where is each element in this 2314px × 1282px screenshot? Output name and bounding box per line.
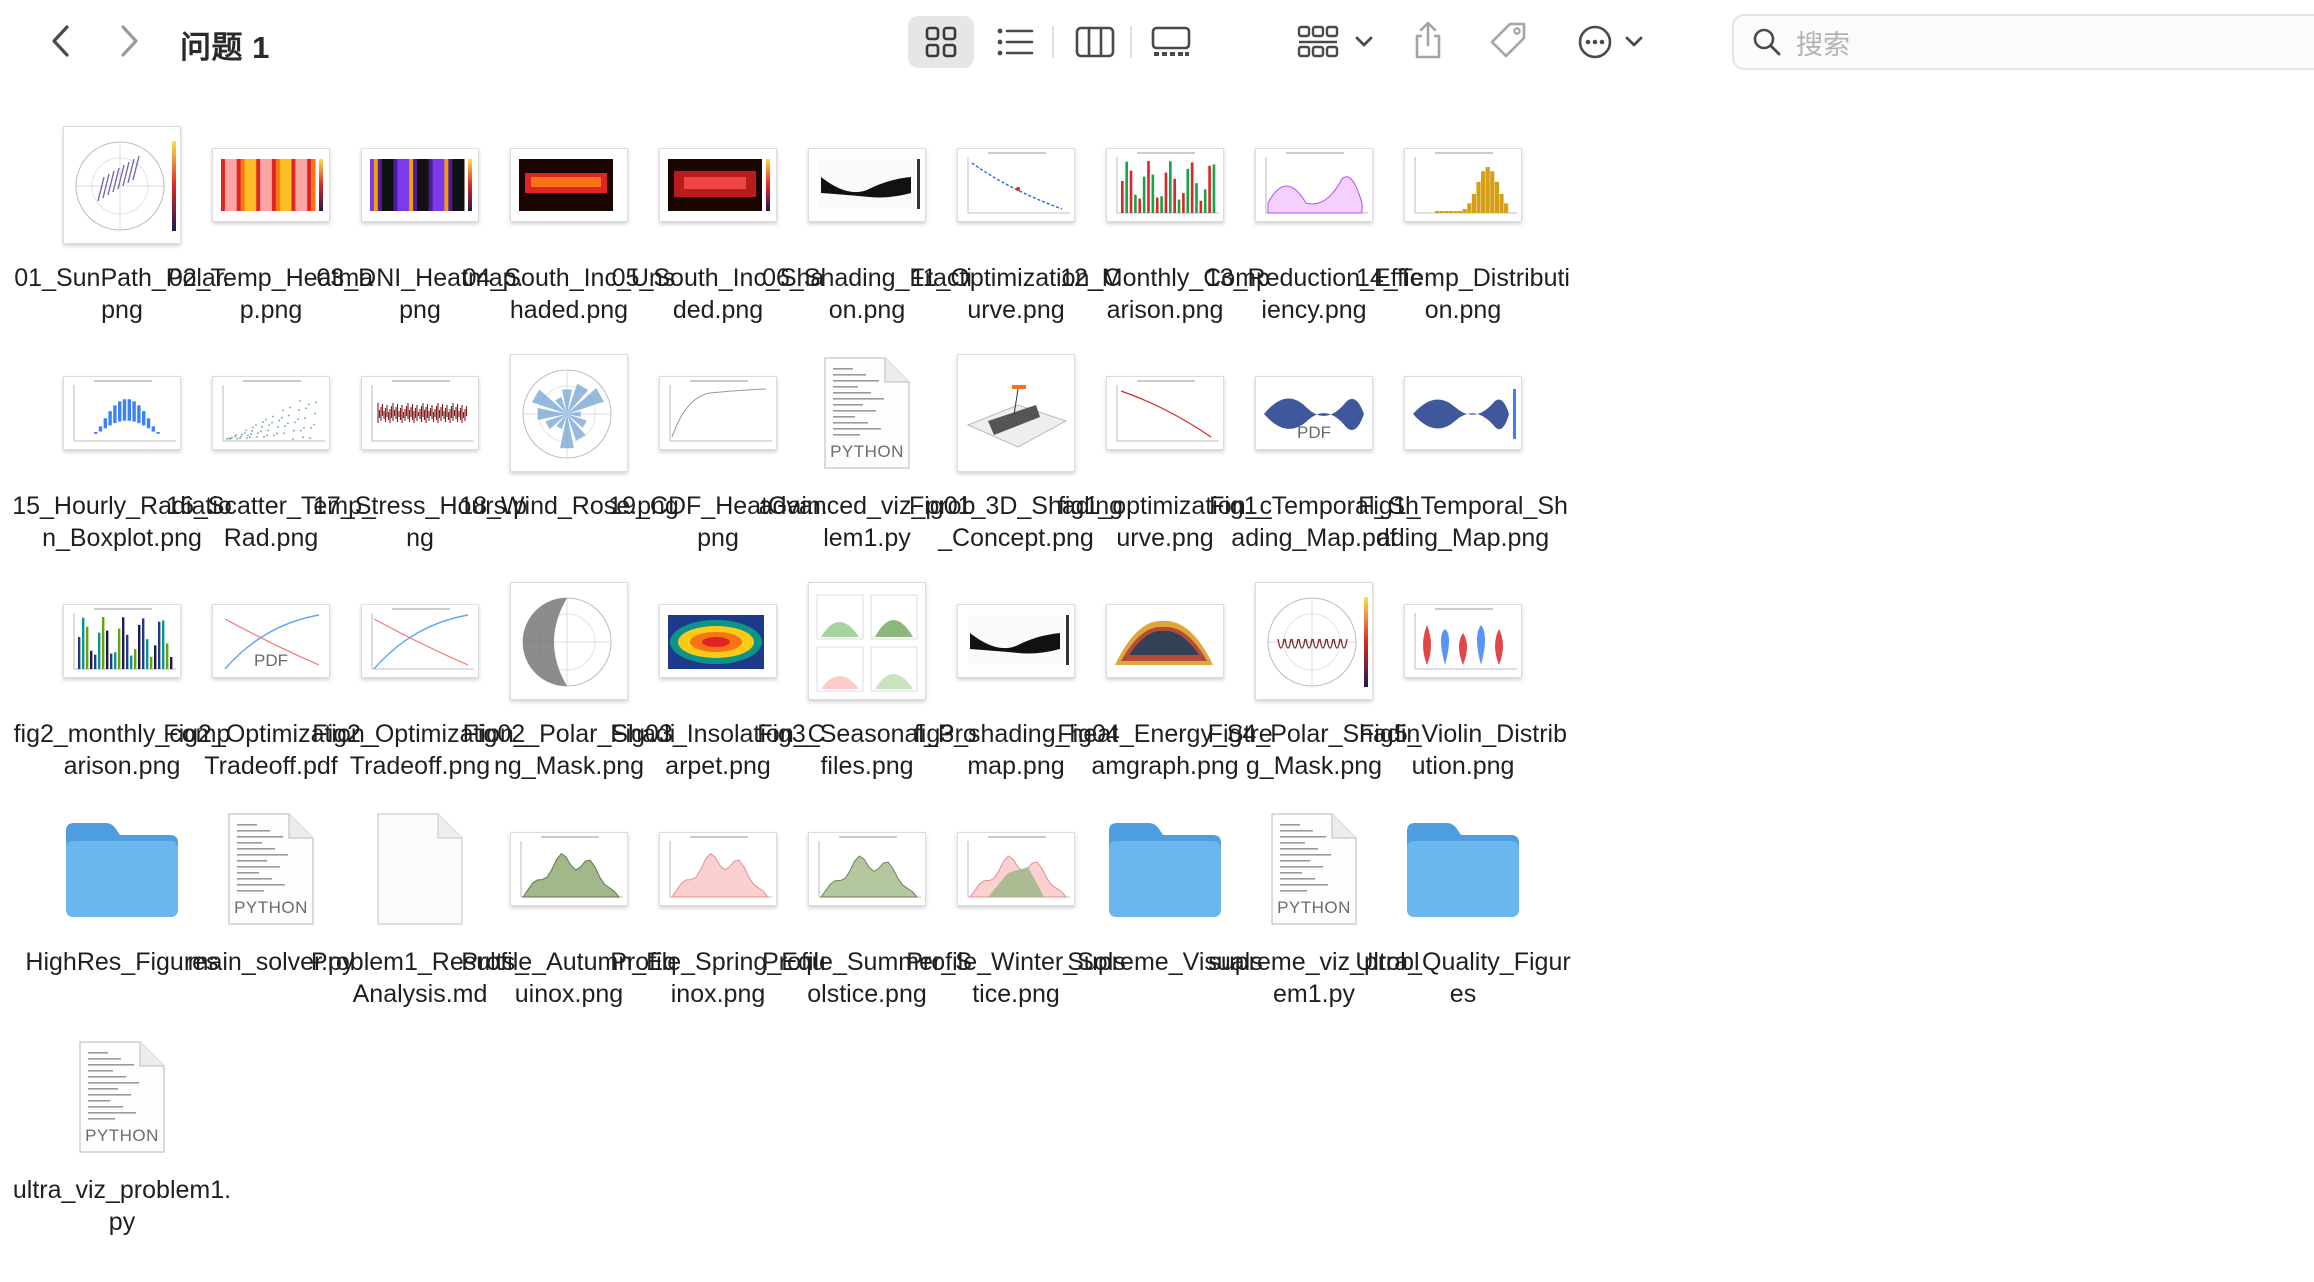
- gallery-view-button[interactable]: [1138, 16, 1204, 68]
- icon-view-icon: [925, 26, 957, 58]
- python-badge: PYTHON: [85, 1126, 159, 1145]
- tag-icon: [1490, 22, 1526, 58]
- tag-button[interactable]: [1480, 12, 1536, 68]
- item-name-label: Fig5_Violin_Distribution.png: [1359, 720, 1567, 780]
- python-file-icon: PYTHON: [821, 354, 913, 472]
- item-thumbnail: [1353, 348, 1573, 478]
- forward-button[interactable]: [106, 18, 152, 64]
- gallery-view-icon: [1151, 26, 1191, 56]
- python-file-icon: PYTHON: [76, 1038, 168, 1156]
- file-item-ultra-viz-problem1-py[interactable]: PYTHON ultra_viz_problem1.py: [12, 1032, 232, 1242]
- file-item-fig5-violin-distribution-png[interactable]: Fig5_Violin_Distribution.png: [1353, 576, 1573, 786]
- item-thumbnail: [1353, 804, 1573, 934]
- python-file-icon: PYTHON: [225, 810, 317, 928]
- share-button[interactable]: [1400, 12, 1456, 68]
- group-icon: [1297, 25, 1339, 58]
- python-badge: PYTHON: [234, 898, 308, 917]
- item-name-label: Fig1_Temporal_Shading_Map.png: [1358, 492, 1568, 552]
- list-view-icon: [997, 28, 1034, 56]
- item-name-label: ultra_viz_problem1.py: [12, 1176, 232, 1236]
- chevron-left-icon: [52, 25, 69, 57]
- item-thumbnail: PYTHON: [12, 1032, 232, 1162]
- group-by-button[interactable]: [1288, 16, 1384, 68]
- item-name-label: Ultra_Quality_Figures: [1355, 948, 1571, 1008]
- share-icon: [1415, 21, 1441, 59]
- more-icon: [1578, 25, 1612, 59]
- finder-toolbar: 问题 1 搜索: [0, 0, 2314, 86]
- search-icon: [1753, 28, 1781, 56]
- file-item-fig1-temporal-shading-map-png[interactable]: Fig1_Temporal_Shading_Map.png: [1353, 348, 1573, 558]
- image-thumbnail: [1404, 376, 1522, 450]
- python-badge: PYTHON: [830, 442, 904, 461]
- image-thumbnail: [1404, 604, 1522, 678]
- image-thumbnail: [1404, 148, 1522, 222]
- item-thumbnail: [1353, 576, 1573, 706]
- item-name-label: 14_Temp_Distribution.png: [1356, 264, 1570, 324]
- list-view-button[interactable]: [984, 16, 1046, 68]
- chevron-down-icon: [1625, 36, 1643, 47]
- back-button[interactable]: [38, 18, 84, 64]
- file-item-14-temp-distribution-png[interactable]: 14_Temp_Distribution.png: [1353, 120, 1573, 330]
- icon-view-button[interactable]: [908, 16, 974, 68]
- more-actions-button[interactable]: [1566, 16, 1656, 68]
- toolbar-divider: [1130, 26, 1132, 58]
- item-thumbnail: [1353, 120, 1573, 250]
- column-view-icon: [1075, 26, 1115, 58]
- toolbar-divider: [1052, 26, 1054, 58]
- folder-icon: [1407, 823, 1519, 917]
- python-file-icon: PYTHON: [1268, 810, 1360, 928]
- python-badge: PYTHON: [1277, 898, 1351, 917]
- window-title: 问题 1: [180, 30, 270, 65]
- search-field[interactable]: 搜索: [1732, 14, 2314, 70]
- search-placeholder: 搜索: [1796, 29, 1850, 60]
- chevron-right-icon: [121, 25, 138, 57]
- column-view-button[interactable]: [1062, 16, 1128, 68]
- folder-item-ultra-quality-figures[interactable]: Ultra_Quality_Figures: [1353, 804, 1573, 1014]
- chevron-down-icon: [1355, 36, 1373, 47]
- document-icon: [374, 810, 466, 928]
